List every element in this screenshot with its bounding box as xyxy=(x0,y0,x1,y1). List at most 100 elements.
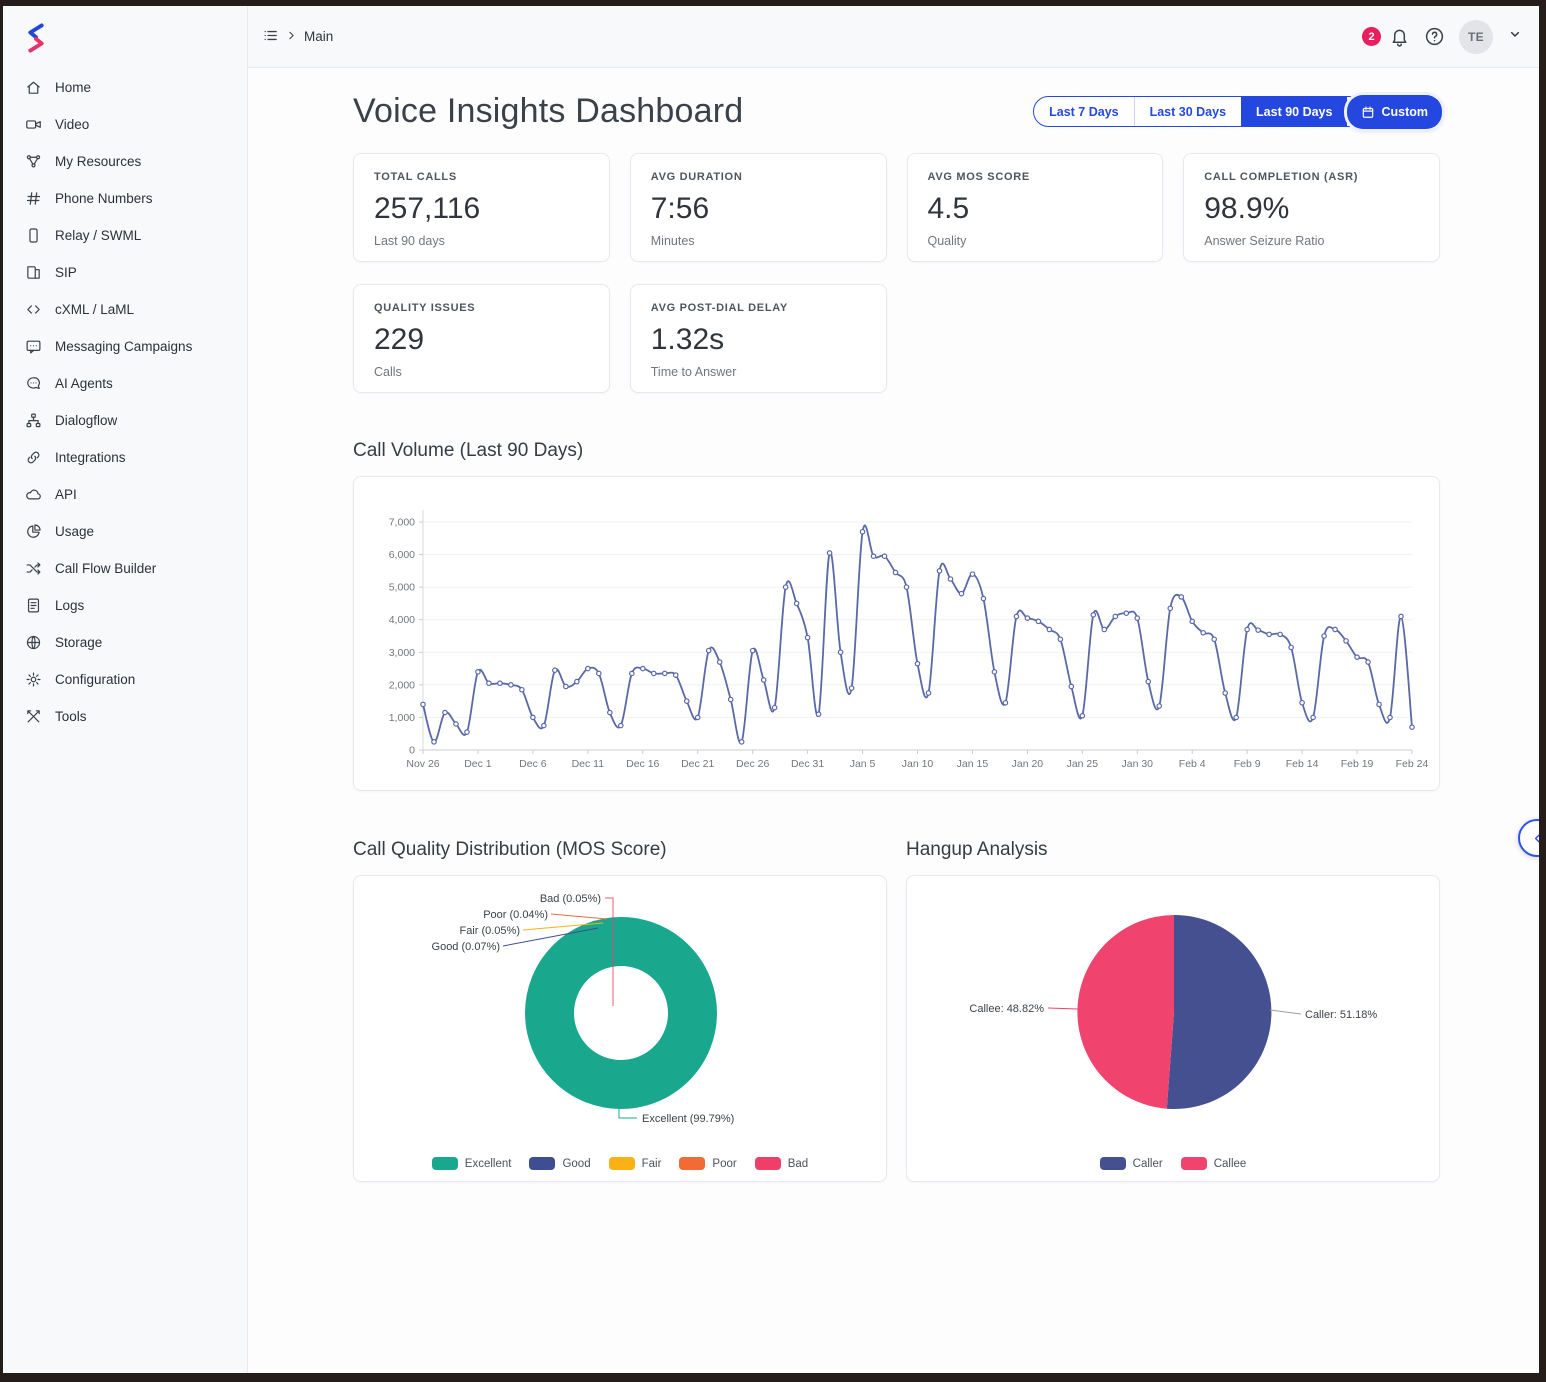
call-volume-title: Call Volume (Last 90 Days) xyxy=(353,440,584,461)
legend-item-fair[interactable]: Fair xyxy=(608,1157,661,1170)
sidebar-item-phone-numbers[interactable]: Phone Numbers xyxy=(3,180,247,217)
svg-text:6,000: 6,000 xyxy=(389,549,415,561)
stat-value: 7:56 xyxy=(650,192,710,225)
hangup-chart-card: Callee: 48.82% Caller: 51.18% Caller Calle… xyxy=(906,875,1440,1182)
sidebar-item-video[interactable]: Video xyxy=(3,106,247,143)
stat-card-avg-post-dial-delay: AVG POST-DIAL DELAY 1.32s Time to Answer xyxy=(629,284,887,393)
svg-text:Dec 26: Dec 26 xyxy=(736,758,769,770)
svg-text:Jan 25: Jan 25 xyxy=(1067,758,1099,770)
sidebar-item-label: Usage xyxy=(55,524,95,539)
legend-label: Excellent xyxy=(464,1157,512,1170)
sidebar-item-call-flow-builder[interactable]: Call Flow Builder xyxy=(3,550,247,587)
svg-text:Jan 20: Jan 20 xyxy=(1012,758,1044,770)
bell-icon[interactable] xyxy=(1389,26,1410,47)
legend-swatch xyxy=(754,1157,781,1170)
avatar[interactable]: TE xyxy=(1459,19,1493,54)
svg-text:Jan 5: Jan 5 xyxy=(850,758,876,770)
call-volume-section: Call Volume (Last 90 Days) 0 1,000 2,000 3,… xyxy=(353,440,1440,791)
svg-text:4,000: 4,000 xyxy=(389,614,415,626)
sidebar-item-sip[interactable]: SIP xyxy=(3,254,247,291)
call-quality-chart-card: Bad (0.05%) Poor (0.04%) Fair (0.05%) Good … xyxy=(353,875,887,1182)
sidebar-item-relay-swml[interactable]: Relay / SWML xyxy=(3,217,247,254)
sidebar-item-label: Messaging Campaigns xyxy=(55,339,193,354)
legend-item-bad[interactable]: Bad xyxy=(754,1157,808,1170)
svg-text:0: 0 xyxy=(409,745,415,757)
legend-label: Callee xyxy=(1213,1157,1247,1170)
call-quality-donut-chart: Bad (0.05%) Poor (0.04%) Fair (0.05%) Good … xyxy=(432,893,735,1125)
stats-grid: TOTAL CALLS 257,116 Last 90 days AVG DURA… xyxy=(353,153,1440,393)
list-icon[interactable] xyxy=(262,27,279,47)
chat-round-icon xyxy=(27,377,40,390)
stat-value: 98.9% xyxy=(1204,192,1290,225)
sidebar-item-label: Home xyxy=(55,80,92,95)
sidebar-item-integrations[interactable]: Integrations xyxy=(3,439,247,476)
svg-text:Feb 24: Feb 24 xyxy=(1396,758,1429,770)
call-quality-legend: Excellent Good Fair Poor Bad xyxy=(354,1157,886,1170)
sidebar-item-label: AI Agents xyxy=(55,376,113,391)
chevron-down-icon[interactable] xyxy=(1507,26,1523,47)
sidebar-item-label: Video xyxy=(55,117,90,132)
stat-label: CALL COMPLETION (ASR) xyxy=(1204,171,1359,183)
sidebar-item-configuration[interactable]: Configuration xyxy=(3,661,247,698)
legend-item-callee[interactable]: Callee xyxy=(1180,1157,1247,1170)
panel-collapse-button[interactable] xyxy=(1518,819,1539,857)
pie-icon xyxy=(27,524,41,538)
sidebar-item-storage[interactable]: Storage xyxy=(3,624,247,661)
svg-text:Jan 30: Jan 30 xyxy=(1122,758,1154,770)
sidebar-item-tools[interactable]: Tools xyxy=(3,698,247,735)
svg-text:Feb 9: Feb 9 xyxy=(1234,758,1261,770)
sidebar-item-home[interactable]: Home xyxy=(3,69,247,106)
svg-text:Feb 14: Feb 14 xyxy=(1286,758,1319,770)
legend-item-excellent[interactable]: Excellent xyxy=(431,1157,512,1170)
stat-subtitle: Answer Seizure Ratio xyxy=(1204,234,1325,248)
range-button-custom[interactable]: Custom xyxy=(1347,94,1442,129)
sidebar-item-label: API xyxy=(55,487,77,502)
range-label: Last 30 Days xyxy=(1149,104,1227,119)
svg-text:Dec 11: Dec 11 xyxy=(572,758,605,770)
file-icon xyxy=(27,598,40,613)
help-icon[interactable] xyxy=(1424,26,1445,47)
sidebar-item-label: SIP xyxy=(55,265,77,280)
svg-text:Callee: 48.82%: Callee: 48.82% xyxy=(969,1003,1044,1015)
range-label: Last 90 Days xyxy=(1256,104,1333,119)
stat-subtitle: Minutes xyxy=(650,234,695,248)
sidebar-item-label: Tools xyxy=(55,709,87,724)
legend-item-caller[interactable]: Caller xyxy=(1099,1157,1163,1170)
legend-swatch xyxy=(1180,1157,1207,1170)
home-icon xyxy=(27,81,40,94)
svg-text:Nov 26: Nov 26 xyxy=(406,758,439,770)
stat-value: 257,116 xyxy=(374,192,481,225)
sidebar-item-label: Integrations xyxy=(55,450,126,465)
sidebar-item-usage[interactable]: Usage xyxy=(3,513,247,550)
sidebar-item-cxml-laml[interactable]: cXML / LaML xyxy=(3,291,247,328)
chat-square-icon xyxy=(26,340,41,354)
stat-subtitle: Last 90 days xyxy=(374,234,445,248)
code-icon xyxy=(27,305,40,314)
range-button-last-30-days[interactable]: Last 30 Days xyxy=(1133,97,1241,126)
sidebar-item-ai-agents[interactable]: AI Agents xyxy=(3,365,247,402)
stat-subtitle: Calls xyxy=(374,365,402,379)
sidebar-item-messaging-campaigns[interactable]: Messaging Campaigns xyxy=(3,328,247,365)
svg-text:Fair (0.05%): Fair (0.05%) xyxy=(459,925,520,937)
link-icon xyxy=(27,451,40,464)
sidebar: Home Video My Resources Phone Numbers Relay … xyxy=(3,6,248,1373)
sidebar-item-logs[interactable]: Logs xyxy=(3,587,247,624)
breadcrumb-label[interactable]: Main xyxy=(304,29,333,44)
stat-card-total-calls: TOTAL CALLS 257,116 Last 90 days xyxy=(353,153,610,262)
legend-item-good[interactable]: Good xyxy=(529,1157,591,1170)
range-label: Custom xyxy=(1381,104,1428,119)
sidebar-item-dialogflow[interactable]: Dialogflow xyxy=(3,402,247,439)
legend-swatch xyxy=(1099,1157,1126,1170)
range-button-last-90-days[interactable]: Last 90 Days xyxy=(1241,97,1348,126)
range-button-last-7-days[interactable]: Last 7 Days xyxy=(1034,97,1133,126)
legend-item-poor[interactable]: Poor xyxy=(679,1157,737,1170)
sidebar-item-api[interactable]: API xyxy=(3,476,247,513)
hangup-title: Hangup Analysis xyxy=(906,839,1048,860)
sidebar-item-label: Phone Numbers xyxy=(55,191,153,206)
globe-icon xyxy=(26,635,41,650)
svg-text:Feb 19: Feb 19 xyxy=(1341,758,1374,770)
page-title: Voice Insights Dashboard xyxy=(353,92,744,130)
call-quality-title: Call Quality Distribution (MOS Score) xyxy=(353,839,667,860)
sidebar-item-my-resources[interactable]: My Resources xyxy=(3,143,247,180)
book-icon xyxy=(27,266,40,279)
